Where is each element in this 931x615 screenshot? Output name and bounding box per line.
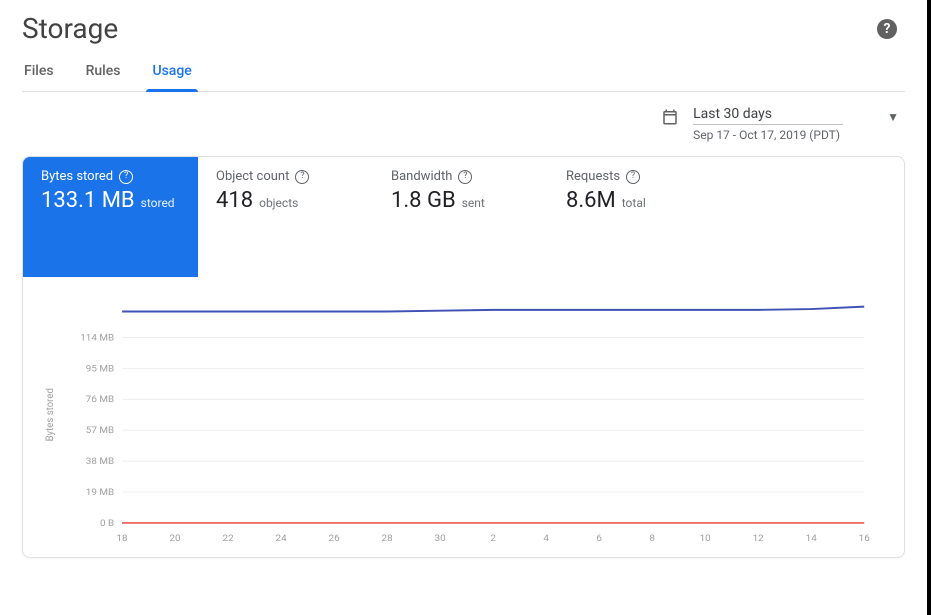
svg-text:18: 18 — [116, 533, 127, 544]
metric-title-label: Requests — [566, 169, 620, 184]
help-icon[interactable]: ? — [877, 19, 897, 39]
tabs-bar: Files Rules Usage — [22, 63, 905, 92]
svg-text:4: 4 — [543, 533, 549, 544]
tab-rules[interactable]: Rules — [84, 63, 123, 91]
svg-text:10: 10 — [700, 533, 711, 544]
metric-title-label: Bandwidth — [391, 169, 452, 184]
svg-text:24: 24 — [276, 533, 288, 544]
svg-text:38 MB: 38 MB — [86, 456, 114, 467]
metric-requests[interactable]: Requests ? 8.6M total — [548, 157, 723, 277]
metric-title-label: Bytes stored — [41, 169, 113, 184]
svg-text:Bytes stored: Bytes stored — [45, 388, 56, 441]
metric-suffix: sent — [462, 196, 485, 210]
svg-text:12: 12 — [753, 533, 765, 544]
page-title: Storage — [22, 12, 118, 45]
date-range-label: Last 30 days — [693, 106, 843, 122]
metric-value: 8.6M — [566, 188, 616, 213]
svg-text:8: 8 — [649, 533, 655, 544]
metrics-row: Bytes stored ? 133.1 MB stored Object co… — [23, 157, 904, 277]
info-icon[interactable]: ? — [458, 170, 472, 184]
usage-card: Bytes stored ? 133.1 MB stored Object co… — [22, 156, 905, 558]
metric-suffix: stored — [141, 196, 175, 210]
svg-text:22: 22 — [223, 533, 235, 544]
svg-text:2: 2 — [490, 533, 496, 544]
info-icon[interactable]: ? — [119, 170, 133, 184]
metric-suffix: total — [622, 196, 646, 210]
tab-usage[interactable]: Usage — [150, 63, 193, 91]
svg-text:6: 6 — [596, 533, 602, 544]
svg-text:30: 30 — [435, 533, 446, 544]
info-icon[interactable]: ? — [295, 170, 309, 184]
svg-text:19 MB: 19 MB — [86, 487, 114, 498]
svg-text:28: 28 — [382, 533, 393, 544]
metric-value: 1.8 GB — [391, 188, 456, 213]
metric-value: 418 — [216, 188, 253, 213]
svg-text:95 MB: 95 MB — [86, 363, 114, 374]
svg-text:57 MB: 57 MB — [86, 425, 114, 436]
metric-bandwidth[interactable]: Bandwidth ? 1.8 GB sent — [373, 157, 548, 277]
metric-title-label: Object count — [216, 169, 289, 184]
svg-text:14: 14 — [806, 533, 818, 544]
svg-text:20: 20 — [170, 533, 181, 544]
svg-text:114 MB: 114 MB — [80, 333, 114, 344]
svg-text:26: 26 — [329, 533, 341, 544]
svg-text:16: 16 — [859, 533, 871, 544]
svg-text:76 MB: 76 MB — [86, 394, 114, 405]
metric-object-count[interactable]: Object count ? 418 objects — [198, 157, 373, 277]
tab-files[interactable]: Files — [22, 63, 56, 91]
usage-chart: 0 B 19 MB 38 MB 57 MB 76 MB 95 MB 114 MB Bytes … — [23, 277, 904, 557]
chevron-down-icon: ▼ — [887, 110, 899, 124]
metric-bytes-stored[interactable]: Bytes stored ? 133.1 MB stored — [23, 157, 198, 277]
svg-text:0 B: 0 B — [100, 518, 114, 529]
info-icon[interactable]: ? — [626, 170, 640, 184]
metric-value: 133.1 MB — [41, 188, 135, 213]
calendar-icon — [661, 108, 679, 126]
date-range-picker[interactable]: Last 30 days Sep 17 - Oct 17, 2019 (PDT)… — [661, 106, 899, 142]
metric-suffix: objects — [259, 196, 298, 210]
date-range-value: Sep 17 - Oct 17, 2019 (PDT) — [693, 124, 843, 142]
